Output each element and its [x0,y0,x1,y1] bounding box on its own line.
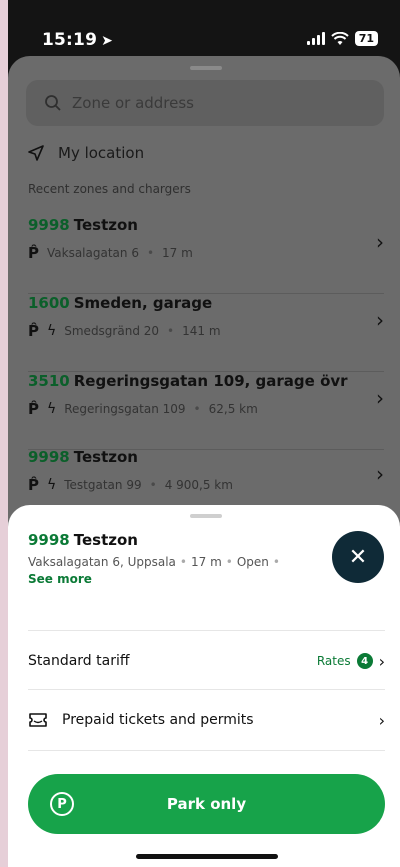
zone-detail-sheet: 9998 Testzon Vaksalagatan 6, Uppsala • 17 m… [8,505,400,867]
selected-zone-distance: 17 m [190,555,222,569]
tariff-label: Standard tariff [28,653,130,669]
zone-distance: 141 m [182,324,221,338]
zone-distance: 62,5 km [208,402,258,416]
search-icon [45,95,61,111]
selected-zone-address: Vaksalagatan 6, Uppsala [28,555,176,569]
parking-icon: P̂ [28,322,39,340]
chevron-right-icon: › [376,308,384,332]
location-arrow-icon: ➤ [101,33,114,49]
zone-code: 3510 [28,372,70,390]
zone-name: Smeden, garage [73,294,213,312]
recent-zone-item[interactable]: 9998 Testzon P̂ Vaksalagatan 6 • 17 m › [28,216,384,294]
close-button[interactable]: ✕ [332,531,384,583]
zone-title: 9998 Testzon [28,448,348,466]
zone-code: 1600 [28,294,70,312]
wifi-icon [330,31,349,45]
my-location-button[interactable]: My location [28,144,144,162]
divider [28,630,385,631]
zone-address: Vaksalagatan 6 [47,246,139,260]
chevron-right-icon: › [378,710,385,730]
recent-zone-item[interactable]: 1600 Smeden, garage P̂ ϟ Smedsgränd 20 • 14… [28,294,384,372]
selected-zone-state: Open [236,555,269,569]
search-input[interactable]: Zone or address [26,80,384,126]
zone-title: 1600 Smeden, garage [28,294,348,312]
zone-name: Regeringsgatan 109, garage övre... [73,372,348,390]
prepaid-tickets-row[interactable]: Prepaid tickets and permits › [28,705,385,735]
recent-zone-item[interactable]: 3510 Regeringsgatan 109, garage övre... P… [28,372,384,450]
status-time: 15:19 ➤ [42,30,113,50]
zone-details: P̂ Vaksalagatan 6 • 17 m [28,244,193,262]
time-text: 15:19 [42,30,98,50]
charger-bolt-icon: ϟ [47,477,57,493]
divider [28,689,385,690]
zone-address: Smedsgränd 20 [64,324,160,338]
zone-title: 9998 Testzon [28,216,348,234]
zone-details: P̂ ϟ Testgatan 99 • 4 900,5 km [28,476,233,494]
zone-details: P̂ ϟ Regeringsgatan 109 • 62,5 km [28,400,258,418]
charger-bolt-icon: ϟ [47,401,57,417]
selected-zone-title: 9998 Testzon [28,531,138,549]
zone-title: 3510 Regeringsgatan 109, garage övre... [28,372,348,390]
chevron-right-icon: › [378,651,385,671]
zone-distance: 4 900,5 km [164,478,233,492]
navigation-arrow-icon [28,145,44,161]
parking-circle-icon: P [50,792,74,816]
search-placeholder: Zone or address [72,94,194,112]
parking-icon: P̂ [28,476,39,494]
rates-link[interactable]: Rates 4 › [317,652,385,671]
sheet-grabber[interactable] [190,514,222,518]
chevron-right-icon: › [376,386,384,410]
home-indicator[interactable] [136,854,278,859]
phone-screen: 15:19 ➤ 71 Zone or address My location R… [8,0,400,867]
selected-zone-info: Vaksalagatan 6, Uppsala • 17 m • Open • [28,555,280,569]
zone-code: 9998 [28,448,70,466]
rates-label: Rates [316,654,351,668]
charger-bolt-icon: ϟ [47,323,57,339]
chevron-right-icon: › [376,230,384,254]
recent-zones-heading: Recent zones and chargers [28,182,191,196]
status-icons: 71 [306,31,378,46]
parking-icon: P̂ [28,400,39,418]
sheet-grabber[interactable] [190,66,222,70]
prepaid-label: Prepaid tickets and permits [62,712,254,728]
zone-details: P̂ ϟ Smedsgränd 20 • 141 m [28,322,221,340]
zone-address: Regeringsgatan 109 [64,402,186,416]
ticket-icon [29,713,47,727]
standard-tariff-row[interactable]: Standard tariff Rates 4 › [28,646,385,676]
zone-name: Testzon [73,448,138,466]
zone-distance: 17 m [162,246,193,260]
cellular-signal-icon [306,32,325,45]
status-bar: 15:19 ➤ 71 [8,0,400,60]
zone-name: Testzon [73,216,138,234]
zone-code: 9998 [28,216,70,234]
selected-zone-name: Testzon [73,531,138,549]
close-icon: ✕ [348,544,368,570]
battery-icon: 71 [354,31,378,46]
zone-address: Testgatan 99 [64,478,142,492]
chevron-right-icon: › [376,462,384,486]
park-only-label: Park only [166,795,247,813]
see-more-link[interactable]: See more [28,572,92,586]
selected-zone-code: 9998 [28,531,70,549]
parking-icon: P̂ [28,244,39,262]
rates-count-badge: 4 [356,653,373,669]
park-only-button[interactable]: P Park only [28,774,385,834]
my-location-label: My location [58,144,145,162]
divider [28,750,385,751]
